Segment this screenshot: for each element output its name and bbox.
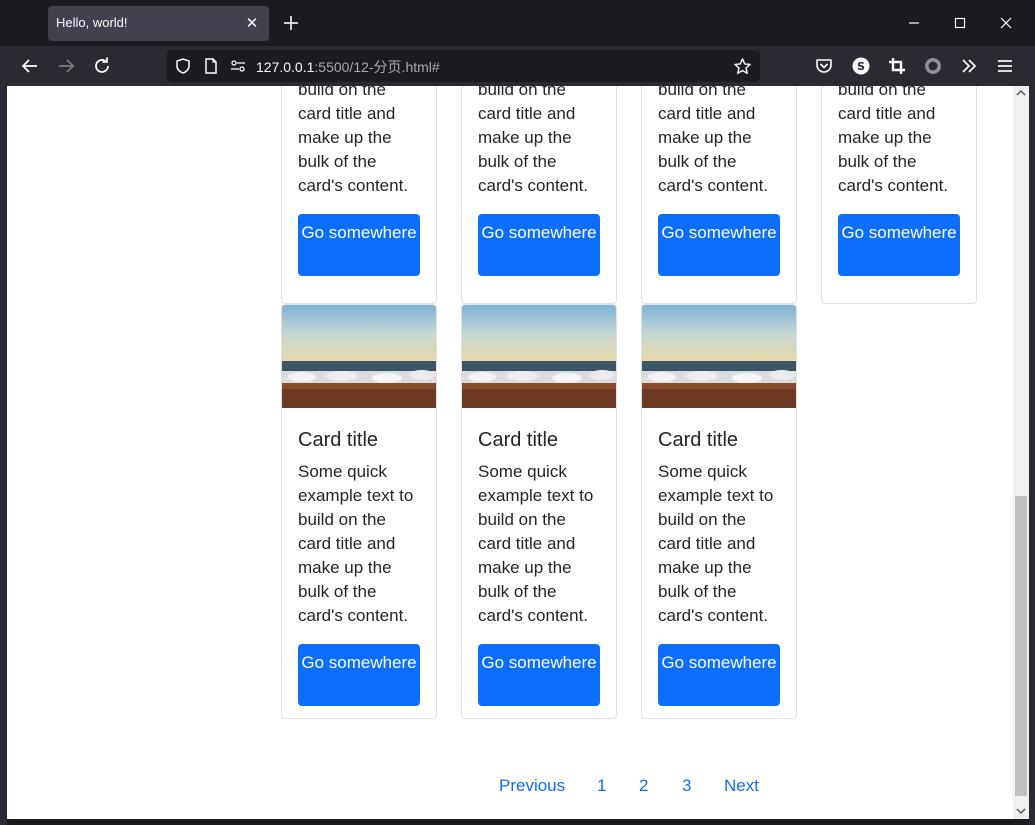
card-title: Card title bbox=[298, 429, 379, 451]
account-icon[interactable]: S bbox=[849, 54, 873, 78]
url-path: :5500/12-分页.html# bbox=[314, 59, 440, 75]
maximize-icon[interactable] bbox=[949, 12, 971, 34]
minimize-icon[interactable] bbox=[903, 12, 925, 34]
permissions-icon[interactable] bbox=[229, 57, 247, 75]
pagination-page-2[interactable]: 2 bbox=[639, 774, 648, 798]
url-text[interactable]: 127.0.0.1:5500/12-分页.html# bbox=[256, 57, 440, 77]
card-image bbox=[282, 305, 436, 408]
pagination-next[interactable]: Next bbox=[724, 774, 759, 798]
go-somewhere-button[interactable]: Go somewhere bbox=[478, 214, 600, 276]
new-tab-icon[interactable] bbox=[280, 12, 302, 34]
card-text: Some quick example text to build on the … bbox=[298, 462, 414, 625]
scroll-up-icon[interactable] bbox=[1016, 88, 1026, 98]
card-text: Some quick example text to build on the … bbox=[658, 462, 774, 625]
card-top-4: build on the card title and make up the … bbox=[821, 86, 977, 304]
scrollbar-thumb[interactable] bbox=[1015, 496, 1027, 796]
card-top-3: build on the card title and make up the … bbox=[641, 86, 797, 304]
pagination-page-1[interactable]: 1 bbox=[597, 774, 606, 798]
card-text: build on the card title and make up the … bbox=[478, 86, 589, 195]
browser-tab[interactable]: Hello, world! ✕ bbox=[48, 6, 269, 41]
card-text: build on the card title and make up the … bbox=[298, 86, 409, 195]
pagination-page-3[interactable]: 3 bbox=[682, 774, 691, 798]
card-bottom-2: Card title Some quick example text to bu… bbox=[461, 304, 617, 719]
tab-strip: Hello, world! ✕ bbox=[0, 0, 1035, 46]
navigation-toolbar: 127.0.0.1:5500/12-分页.html# S bbox=[0, 46, 1035, 86]
window-bottom-edge bbox=[7, 819, 1029, 825]
close-window-icon[interactable] bbox=[995, 12, 1017, 34]
page-icon[interactable] bbox=[202, 57, 220, 75]
go-somewhere-button[interactable]: Go somewhere bbox=[658, 644, 780, 706]
vertical-scrollbar[interactable] bbox=[1013, 86, 1029, 819]
page-viewport: build on the card title and make up the … bbox=[7, 86, 1013, 819]
reload-icon[interactable] bbox=[90, 54, 114, 78]
crop-icon[interactable] bbox=[885, 54, 909, 78]
card-text: Some quick example text to build on the … bbox=[478, 462, 594, 625]
arrow-right-icon[interactable] bbox=[54, 54, 78, 78]
go-somewhere-button[interactable]: Go somewhere bbox=[298, 644, 420, 706]
go-somewhere-button[interactable]: Go somewhere bbox=[658, 214, 780, 276]
url-bar[interactable]: 127.0.0.1:5500/12-分页.html# bbox=[167, 50, 760, 82]
shield-icon[interactable] bbox=[174, 57, 192, 75]
card-text: build on the card title and make up the … bbox=[658, 86, 769, 195]
card-text: build on the card title and make up the … bbox=[838, 86, 949, 195]
svg-text:S: S bbox=[857, 60, 865, 73]
pocket-icon[interactable] bbox=[812, 54, 836, 78]
card-title: Card title bbox=[478, 429, 559, 451]
background-window-edge-right bbox=[1029, 86, 1035, 825]
url-host: 127.0.0.1 bbox=[256, 59, 315, 75]
card-bottom-3: Card title Some quick example text to bu… bbox=[641, 304, 797, 719]
scroll-down-icon[interactable] bbox=[1016, 806, 1026, 816]
card-image bbox=[642, 305, 796, 408]
pagination-previous[interactable]: Previous bbox=[499, 774, 565, 798]
circle-icon[interactable] bbox=[921, 54, 945, 78]
card-title: Card title bbox=[658, 429, 739, 451]
tab-title: Hello, world! bbox=[56, 15, 128, 30]
go-somewhere-button[interactable]: Go somewhere bbox=[838, 214, 960, 276]
background-window-edge bbox=[0, 86, 7, 825]
go-somewhere-button[interactable]: Go somewhere bbox=[298, 214, 420, 276]
hamburger-icon[interactable] bbox=[993, 54, 1017, 78]
tab-close-icon[interactable]: ✕ bbox=[243, 14, 261, 32]
chevrons-right-icon[interactable] bbox=[957, 54, 981, 78]
arrow-left-icon[interactable] bbox=[18, 54, 42, 78]
star-icon[interactable] bbox=[733, 57, 752, 76]
card-bottom-1: Card title Some quick example text to bu… bbox=[281, 304, 437, 719]
card-top-2: build on the card title and make up the … bbox=[461, 86, 617, 304]
go-somewhere-button[interactable]: Go somewhere bbox=[478, 644, 600, 706]
card-top-1: build on the card title and make up the … bbox=[281, 86, 437, 304]
card-image bbox=[462, 305, 616, 408]
